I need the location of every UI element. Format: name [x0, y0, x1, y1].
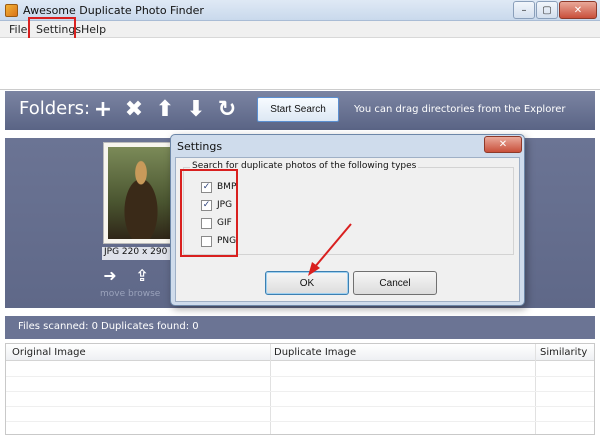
drag-hint: You can drag directories from the Explor…	[354, 104, 566, 115]
close-icon: ✕	[573, 4, 583, 16]
folders-label: Folders:	[19, 98, 91, 119]
dialog-close-button[interactable]: ✕	[484, 136, 522, 153]
arrow-right-icon[interactable]: ➜	[97, 266, 123, 285]
refresh-icon[interactable]: ↻	[215, 98, 239, 122]
menu-help[interactable]: Help	[81, 23, 106, 36]
app-icon	[5, 4, 18, 17]
column-original-image[interactable]: Original Image	[12, 347, 86, 358]
directory-list[interactable]	[0, 38, 600, 90]
folders-toolbar: Folders: + ✖ ⬆ ⬇ ↻ Start Search You can …	[5, 91, 595, 130]
status-bar: Files scanned: 0 Duplicates found: 0	[5, 316, 595, 339]
table-row	[6, 392, 594, 407]
results-table[interactable]: Original Image Duplicate Image Similarit…	[5, 343, 595, 435]
table-row	[6, 407, 594, 422]
minimize-icon: –	[521, 4, 527, 16]
maximize-button[interactable]: ▢	[536, 1, 558, 19]
upload-icon[interactable]: ⇪	[129, 266, 155, 285]
cross-icon[interactable]: ✖	[122, 98, 146, 122]
column-similarity[interactable]: Similarity	[540, 347, 587, 358]
browse-label: browse	[128, 289, 161, 299]
close-button[interactable]: ✕	[559, 1, 597, 19]
close-icon: ✕	[498, 139, 508, 150]
cancel-button[interactable]: Cancel	[353, 271, 437, 295]
menu-file[interactable]: File	[9, 23, 27, 36]
arrow-down-icon[interactable]: ⬇	[184, 98, 208, 122]
checkboxes-highlight-box	[180, 169, 238, 257]
photo-frame	[103, 142, 179, 244]
plus-icon[interactable]: +	[91, 98, 115, 122]
menu-bar: File Settings Help	[0, 21, 600, 38]
start-search-button[interactable]: Start Search	[257, 97, 339, 122]
photo-thumbnail[interactable]	[108, 147, 174, 239]
move-label: move	[100, 289, 126, 299]
window-title: Awesome Duplicate Photo Finder	[23, 4, 204, 17]
arrow-up-icon[interactable]: ⬆	[153, 98, 177, 122]
dialog-title: Settings	[177, 140, 223, 153]
maximize-icon: ▢	[542, 4, 552, 16]
table-header: Original Image Duplicate Image Similarit…	[6, 344, 594, 361]
table-row	[6, 362, 594, 377]
duplicates-found: Duplicates found: 0	[101, 321, 199, 332]
table-row	[6, 377, 594, 392]
column-duplicate-image[interactable]: Duplicate Image	[274, 347, 356, 358]
title-bar: Awesome Duplicate Photo Finder – ▢ ✕	[0, 0, 600, 21]
files-scanned: Files scanned: 0	[18, 321, 99, 332]
minimize-button[interactable]: –	[513, 1, 535, 19]
annotation-arrow-icon	[308, 223, 352, 276]
